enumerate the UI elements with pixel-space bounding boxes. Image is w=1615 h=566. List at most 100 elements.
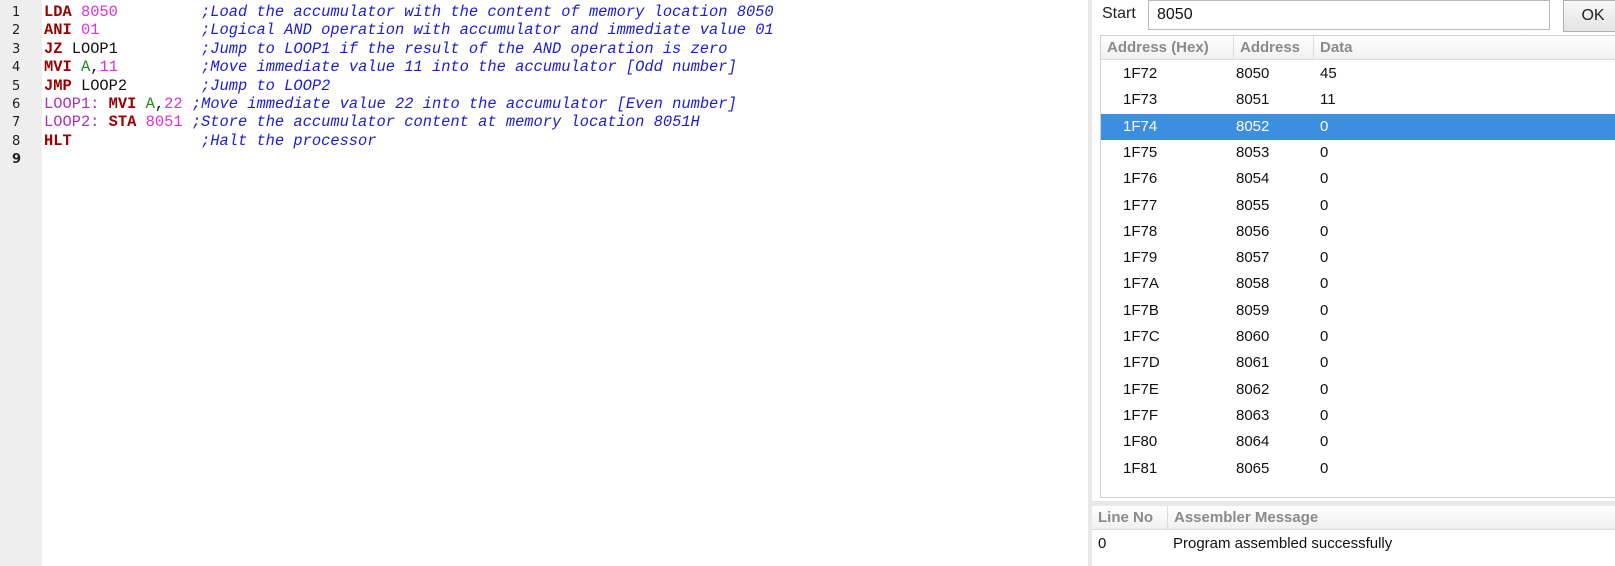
code-token-mnemonic: MVI [44,58,81,77]
code-line[interactable]: LOOP1: MVI A,22 ;Move immediate value 22… [44,95,737,114]
code-token-mnemonic: STA [108,113,146,132]
cell-address: 8054 [1236,170,1270,188]
line-number: 1 [12,5,21,20]
cell-address-hex: 1F74 [1123,117,1158,135]
message-text: Program assembled successfully [1173,535,1393,552]
table-row[interactable]: 1F75 8053 0 [1101,140,1615,166]
line-number: 6 [12,97,21,112]
cell-address: 8061 [1236,354,1270,372]
cell-address-hex: 1F7C [1123,328,1160,345]
memory-table[interactable]: Address (Hex) Address Data 1F72 8050 45 1F7… [1100,35,1615,498]
cell-address: 8058 [1236,275,1270,293]
cell-address: 8050 [1236,65,1270,82]
cell-address-hex: 1F7F [1123,406,1159,424]
code-token-label: LOOP1: [44,95,109,113]
table-row[interactable]: 1F78 8056 0 [1101,219,1615,245]
code-line[interactable]: JZ LOOP1 ;Jump to LOOP1 if the result of… [44,40,727,59]
table-row[interactable]: 1F7C 8060 0 [1101,324,1615,350]
code-token-mnemonic: ANI [44,21,81,40]
table-row[interactable]: 1F7E 8062 0 [1101,377,1615,403]
cell-address-hex: 1F7E [1123,380,1159,398]
cell-address-hex: 1F75 [1123,143,1158,161]
table-row[interactable]: 1F79 8057 0 [1101,245,1615,271]
column-header-assembler-message[interactable]: Assembler Message [1168,506,1615,530]
cell-address-hex: 1F80 [1123,433,1158,451]
cell-address: 8052 [1236,117,1270,135]
line-number: 3 [12,41,21,57]
code-line[interactable]: LDA 8050 ;Load the accumulator with the … [44,3,774,22]
cell-address-hex: 1F81 [1123,459,1158,477]
cell-address: 8055 [1236,196,1270,214]
line-number: 5 [12,78,21,94]
cell-address: 8062 [1236,380,1270,398]
table-row[interactable]: 1F72 8050 45 [1101,61,1615,87]
table-row[interactable]: 1F7D 8061 0 [1101,350,1615,376]
cell-address-hex: 1F79 [1123,249,1158,267]
code-line[interactable]: JMP LOOP2 ;Jump to LOOP2 [44,77,330,96]
ok-button[interactable]: OK [1563,0,1615,32]
table-row[interactable]: 1F80 8064 0 [1101,429,1615,455]
line-number: 8 [12,133,21,149]
table-row[interactable]: 1F7A 8058 0 [1101,271,1615,297]
code-line[interactable]: LOOP2: STA 8051 ;Store the accumulator c… [44,113,700,132]
table-row[interactable]: 1F7F 8063 0 [1101,403,1615,429]
table-row[interactable]: 1F76 8054 0 [1101,166,1615,192]
code-token-register: A [80,58,91,77]
code-token-comment: ;Load the accumulator with the content o… [201,3,774,21]
code-token-operand: LOOP1 [71,39,118,58]
code-token-number: 8050 [80,3,118,21]
line-number: 4 [12,60,21,76]
code-token-comment: ;Store the accumulator content at memory… [191,113,700,132]
start-label: Start [1102,5,1136,22]
column-header-address[interactable]: Address [1234,36,1314,60]
code-token-comment: ;Logical AND operation with accumulator … [201,21,774,40]
cell-address: 8057 [1236,249,1270,267]
cell-data: 0 [1320,354,1329,372]
table-row[interactable]: 1F74 8052 0 [1101,113,1615,140]
cell-address: 8063 [1236,406,1270,424]
cell-data: 0 [1320,459,1329,477]
table-row[interactable]: 1F81 8065 0 [1101,456,1615,482]
code-editor[interactable]: 1 2 3 4 5 6 7 8 9 LDA 8050 ;Load the accumulator… [0,0,1088,566]
code-line[interactable]: ANI 01 ;Logical AND operation with accum… [44,21,774,40]
cell-address: 8060 [1236,328,1270,345]
cell-data: 0 [1320,222,1329,240]
code-token-comment: ;Jump to LOOP1 if the result of the AND … [201,39,728,58]
line-number: 9 [12,152,22,168]
cell-data: 0 [1320,143,1329,161]
assembler-message-row[interactable]: 0 Program assembled successfully [1092,531,1615,557]
cell-address: 8051 [1236,91,1270,109]
code-token-comment: ;Move immediate value 22 into the accumu… [191,95,737,113]
column-header-line-no[interactable]: Line No [1092,506,1168,530]
cell-address: 8059 [1236,301,1270,319]
column-header-data[interactable]: Data [1314,36,1615,60]
line-number-gutter: 1 2 3 4 5 6 7 8 9 [0,0,42,566]
cell-address-hex: 1F72 [1123,65,1158,82]
cell-address-hex: 1F78 [1123,222,1158,240]
start-address-input[interactable] [1148,0,1550,30]
table-row[interactable]: 1F7B 8059 0 [1101,298,1615,324]
code-token-number: 01 [80,21,100,40]
memory-panel: Start OK Address (Hex) Address Data 1F72… [1092,0,1615,566]
code-token-mnemonic: MVI [108,95,146,113]
column-header-address-hex[interactable]: Address (Hex) [1101,36,1234,60]
cell-address-hex: 1F7B [1123,301,1159,319]
cell-data: 0 [1320,170,1329,188]
cell-data: 11 [1320,91,1336,109]
assembler-message-header: Line No Assembler Message [1092,506,1615,530]
code-text-area[interactable]: LDA 8050 ;Load the accumulator with the … [44,0,1088,566]
code-line[interactable]: MVI A,11 ;Move immediate value 11 into t… [44,58,737,77]
code-token-comment: ;Move immediate value 11 into the accumu… [201,58,737,77]
cell-data: 0 [1320,117,1329,135]
cell-data: 0 [1320,433,1329,451]
table-row[interactable]: 1F73 8051 11 [1101,87,1615,113]
code-line[interactable]: HLT ;Halt the processor [44,132,377,151]
cell-address: 8064 [1236,433,1270,451]
cell-data: 0 [1320,406,1329,424]
table-row[interactable]: 1F77 8055 0 [1101,193,1615,219]
cell-address-hex: 1F76 [1123,170,1158,188]
cell-data: 0 [1320,301,1329,319]
